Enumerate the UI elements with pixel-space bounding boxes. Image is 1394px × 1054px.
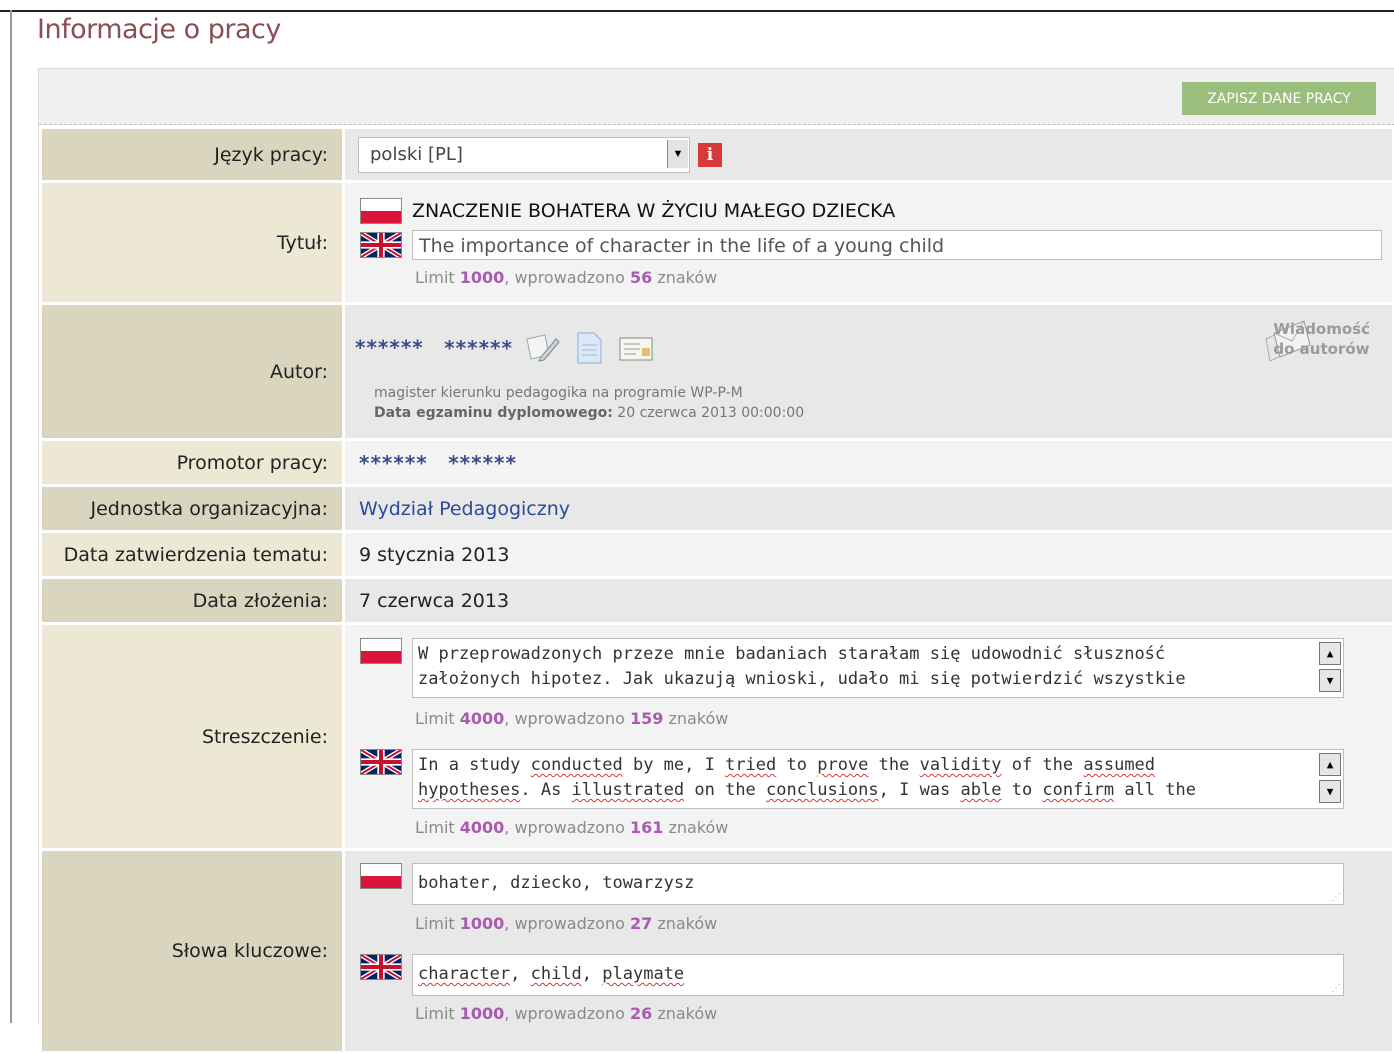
polish-flag-icon xyxy=(360,638,402,664)
polish-flag-icon xyxy=(360,863,402,889)
scroll-up-icon[interactable]: ▲ xyxy=(1319,753,1341,776)
keywords-english-char-counter: Limit 1000, wprowadzono 26 znaków xyxy=(415,1004,718,1023)
edit-pencil-icon[interactable] xyxy=(523,331,561,370)
author-exam-date: Data egzaminu dyplomowego: 20 czerwca 20… xyxy=(374,405,805,421)
uk-flag-icon xyxy=(360,954,402,980)
dropdown-arrow-icon[interactable]: ▼ xyxy=(667,139,688,168)
keywords-label: Słowa kluczowe: xyxy=(42,851,342,1051)
resize-grip-icon[interactable]: ⋰ xyxy=(1331,984,1341,994)
polish-flag-icon xyxy=(360,198,402,224)
title-english-input[interactable]: The importance of character in the life … xyxy=(412,230,1382,260)
title-polish: ZNACZENIE BOHATERA W ŻYCIU MAŁEGO DZIECK… xyxy=(412,200,896,222)
save-thesis-button[interactable]: ZAPISZ DANE PRACY xyxy=(1182,82,1376,115)
id-card-icon[interactable] xyxy=(618,334,654,367)
title-label: Tytuł: xyxy=(42,183,342,302)
row-abstract: Streszczenie: W przeprowadzonych przeze … xyxy=(42,625,1392,848)
unit-label: Jednostka organizacyjna: xyxy=(42,487,342,530)
row-promoter: Promotor pracy: ****** ****** xyxy=(42,441,1392,484)
language-selected-value: polski [PL] xyxy=(370,143,463,165)
document-icon[interactable] xyxy=(574,331,604,370)
resize-grip-icon[interactable]: ⋰ xyxy=(1331,893,1341,903)
abstract-polish-char-counter: Limit 4000, wprowadzono 159 znaków xyxy=(415,709,729,728)
title-char-counter: Limit 1000, wprowadzono 56 znaków xyxy=(415,268,718,287)
message-to-authors-link[interactable]: Wiadomość do autorów xyxy=(1273,319,1370,359)
abstract-label: Streszczenie: xyxy=(42,625,342,848)
thesis-info-panel: ZAPISZ DANE PRACY Język pracy: polski [P… xyxy=(38,68,1394,1051)
promoter-label: Promotor pracy: xyxy=(42,441,342,484)
row-approval-date: Data zatwierdzenia tematu: 9 stycznia 20… xyxy=(42,533,1392,576)
submission-date-label: Data złożenia: xyxy=(42,579,342,622)
author-first-name: ****** xyxy=(355,335,424,360)
uk-flag-icon xyxy=(360,232,402,258)
keywords-polish-char-counter: Limit 1000, wprowadzono 27 znaków xyxy=(415,914,718,933)
unit-link[interactable]: Wydział Pedagogiczny xyxy=(359,498,570,520)
scroll-down-icon[interactable]: ▼ xyxy=(1319,780,1341,803)
keywords-english-input[interactable]: character, child, playmate ⋰ xyxy=(412,954,1344,996)
window-top-border xyxy=(0,10,1394,12)
uk-flag-icon xyxy=(360,749,402,775)
row-language: Język pracy: polski [PL] ▼ i xyxy=(42,129,1392,180)
row-submission-date: Data złożenia: 7 czerwca 2013 xyxy=(42,579,1392,622)
info-icon[interactable]: i xyxy=(698,142,722,167)
submission-date-value: 7 czerwca 2013 xyxy=(359,589,510,612)
approval-date-value: 9 stycznia 2013 xyxy=(359,543,510,566)
page-title: Informacje o pracy xyxy=(37,14,281,45)
author-last-name: ****** xyxy=(444,335,513,360)
scroll-down-icon[interactable]: ▼ xyxy=(1319,669,1341,692)
author-label: Autor: xyxy=(42,305,342,438)
promoter-last-name: ****** xyxy=(448,450,517,475)
keywords-polish-input[interactable]: bohater, dziecko, towarzysz ⋰ xyxy=(412,863,1344,905)
thesis-form: Język pracy: polski [PL] ▼ i Tytuł: ZNAC… xyxy=(42,126,1392,1054)
approval-date-label: Data zatwierdzenia tematu: xyxy=(42,533,342,576)
author-program: magister kierunku pedagogika na programi… xyxy=(374,385,743,401)
toolbar: ZAPISZ DANE PRACY xyxy=(39,69,1394,125)
row-unit: Jednostka organizacyjna: Wydział Pedagog… xyxy=(42,487,1392,530)
language-label: Język pracy: xyxy=(42,129,342,180)
abstract-english-textarea[interactable]: In a study conducted by me, I tried to p… xyxy=(412,749,1344,809)
abstract-polish-textarea[interactable]: W przeprowadzonych przeze mnie badaniach… xyxy=(412,638,1344,698)
row-author: Autor: ****** ****** magister kierunku p… xyxy=(42,305,1392,438)
row-title: Tytuł: ZNACZENIE BOHATERA W ŻYCIU MAŁEGO… xyxy=(42,183,1392,302)
abstract-english-char-counter: Limit 4000, wprowadzono 161 znaków xyxy=(415,818,729,837)
language-select[interactable]: polski [PL] ▼ xyxy=(358,136,690,173)
row-keywords: Słowa kluczowe: bohater, dziecko, towarz… xyxy=(42,851,1392,1051)
promoter-first-name: ****** xyxy=(359,450,428,475)
scroll-up-icon[interactable]: ▲ xyxy=(1319,642,1341,665)
window-left-border xyxy=(10,10,12,1023)
